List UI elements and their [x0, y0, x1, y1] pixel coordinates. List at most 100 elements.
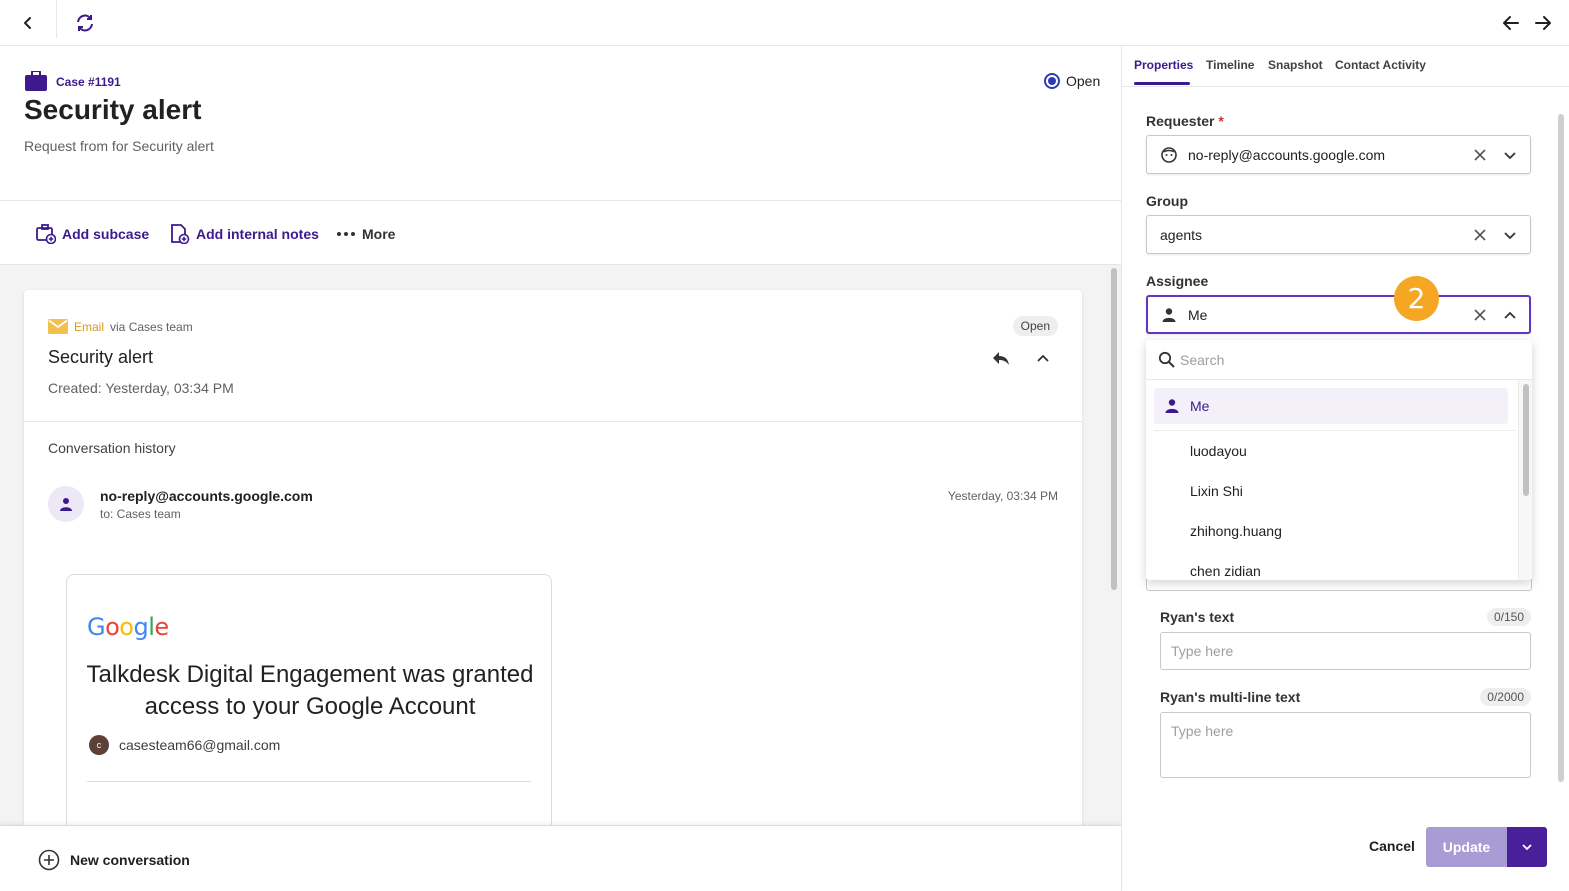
side-tabs: Properties Timeline Snapshot Contact Act… — [1122, 46, 1569, 87]
properties-panel: Properties Timeline Snapshot Contact Act… — [1122, 46, 1569, 891]
add-subcase-icon — [36, 224, 56, 244]
more-button[interactable]: More — [336, 224, 395, 244]
case-header: Case #1191 Security alert Request from f… — [0, 46, 1121, 201]
case-actions-bar: Add subcase Add internal notes More — [0, 201, 1121, 265]
person-icon — [1165, 399, 1179, 413]
email-body: Google Talkdesk Digital Engagement was g… — [66, 574, 552, 825]
reply-button[interactable] — [992, 350, 1010, 366]
conversation-created: Created: Yesterday, 03:34 PM — [48, 380, 234, 396]
previous-case-button[interactable] — [1498, 10, 1524, 36]
update-options-button[interactable] — [1507, 827, 1547, 867]
conversation-history-label: Conversation history — [48, 440, 176, 456]
chevron-down-icon[interactable] — [1502, 227, 1518, 243]
sync-icon — [77, 14, 93, 32]
ryans-text-input[interactable] — [1161, 633, 1530, 669]
step-badge: 2 — [1394, 276, 1439, 321]
case-main-panel: Case #1191 Security alert Request from f… — [0, 46, 1121, 891]
add-internal-notes-button[interactable]: Add internal notes — [170, 224, 319, 244]
tab-timeline[interactable]: Timeline — [1206, 58, 1254, 72]
option-label: luodayou — [1190, 443, 1247, 459]
next-case-button[interactable] — [1530, 10, 1556, 36]
assignee-select[interactable]: Me — [1146, 295, 1531, 334]
chevron-down-icon — [1522, 844, 1532, 851]
top-toolbar — [0, 0, 1569, 46]
clear-group-icon[interactable] — [1472, 227, 1488, 243]
account-avatar: c — [89, 735, 109, 755]
back-button[interactable] — [15, 10, 41, 36]
requester-label: Requester * — [1146, 113, 1224, 129]
collapse-button[interactable] — [1036, 350, 1050, 366]
ryans-multiline-label: Ryan's multi-line text — [1160, 689, 1301, 705]
more-horizontal-icon — [337, 232, 355, 236]
status-badge: Open — [1012, 316, 1058, 336]
properties-scrollbar[interactable] — [1556, 114, 1566, 804]
ryans-text-label: Ryan's text — [1160, 609, 1235, 625]
tab-contact-activity[interactable]: Contact Activity — [1335, 58, 1426, 72]
scrollbar-thumb[interactable] — [1111, 268, 1117, 590]
arrow-right-icon — [1535, 16, 1551, 30]
assignee-option[interactable]: zhihong.huang — [1154, 513, 1508, 549]
add-note-icon — [171, 224, 190, 244]
channel-via: via Cases team — [110, 319, 193, 334]
clear-requester-icon[interactable] — [1472, 147, 1488, 163]
scrollbar-thumb[interactable] — [1558, 114, 1564, 782]
add-subcase-button[interactable]: Add subcase — [36, 224, 149, 244]
option-label: chen zidian — [1190, 563, 1261, 579]
clear-assignee-icon[interactable] — [1472, 307, 1488, 323]
email-message: Talkdesk Digital Engagement was granted … — [86, 661, 534, 720]
chevron-up-icon[interactable] — [1502, 307, 1518, 323]
assignee-option[interactable]: Lixin Shi — [1154, 473, 1508, 509]
add-circle-icon — [38, 849, 60, 871]
search-icon — [1158, 351, 1175, 368]
add-subcase-label: Add subcase — [62, 226, 150, 242]
assignee-option[interactable]: luodayou — [1154, 433, 1508, 469]
chevron-left-icon — [24, 17, 31, 29]
cancel-button[interactable]: Cancel — [1369, 838, 1415, 854]
arrow-left-icon — [1503, 16, 1519, 30]
sync-button[interactable] — [72, 10, 98, 36]
ryans-text-counter: 0/150 — [1486, 608, 1531, 626]
case-status[interactable]: Open — [1044, 73, 1100, 89]
group-select[interactable]: agents — [1146, 215, 1531, 254]
email-account: c casesteam66@gmail.com — [89, 735, 280, 755]
conversation-area: Email via Cases team Open Security alert… — [0, 265, 1121, 825]
case-subtitle: Request from for Security alert — [24, 138, 214, 154]
active-tab-indicator — [1134, 82, 1190, 85]
conversation-card: Email via Cases team Open Security alert… — [24, 290, 1082, 825]
account-email: casesteam66@gmail.com — [119, 737, 281, 753]
option-label: zhihong.huang — [1190, 523, 1282, 539]
conversation-title: Security alert — [48, 347, 154, 367]
card-divider — [24, 421, 1082, 422]
recipient: to: Cases team — [100, 507, 181, 521]
dropdown-divider — [1154, 430, 1516, 431]
toolbar-divider — [56, 0, 57, 38]
chevron-down-icon[interactable] — [1502, 147, 1518, 163]
more-label: More — [362, 226, 396, 242]
briefcase-icon — [25, 71, 47, 91]
requester-value: no-reply@accounts.google.com — [1188, 147, 1386, 163]
requester-select[interactable]: no-reply@accounts.google.com — [1146, 135, 1531, 174]
person-icon — [60, 498, 72, 511]
ryans-multiline-input[interactable] — [1161, 713, 1530, 777]
new-conversation-button[interactable]: New conversation — [38, 849, 190, 871]
assignee-option[interactable]: chen zidian — [1154, 553, 1508, 580]
avatar — [48, 486, 84, 522]
dropdown-scrollbar[interactable] — [1518, 380, 1532, 580]
search-input[interactable] — [1180, 349, 1480, 371]
assignee-value: Me — [1188, 307, 1208, 323]
tab-properties[interactable]: Properties — [1134, 58, 1193, 72]
dropdown-search — [1146, 340, 1532, 380]
option-label: Lixin Shi — [1190, 483, 1243, 499]
update-button[interactable]: Update — [1426, 827, 1507, 867]
case-number: Case #1191 — [56, 75, 121, 89]
scrollbar-thumb[interactable] — [1523, 384, 1529, 496]
assignee-option-me[interactable]: Me — [1154, 388, 1508, 424]
sender-email: no-reply@accounts.google.com — [100, 488, 313, 504]
status-radio-icon — [1044, 73, 1060, 89]
conversation-scrollbar[interactable] — [1109, 265, 1119, 825]
chevron-up-icon — [1037, 354, 1049, 362]
ryans-multiline-field — [1160, 712, 1531, 778]
tab-snapshot[interactable]: Snapshot — [1268, 58, 1323, 72]
channel-label: Email — [74, 319, 105, 334]
hidden-field-edge — [1146, 579, 1532, 591]
